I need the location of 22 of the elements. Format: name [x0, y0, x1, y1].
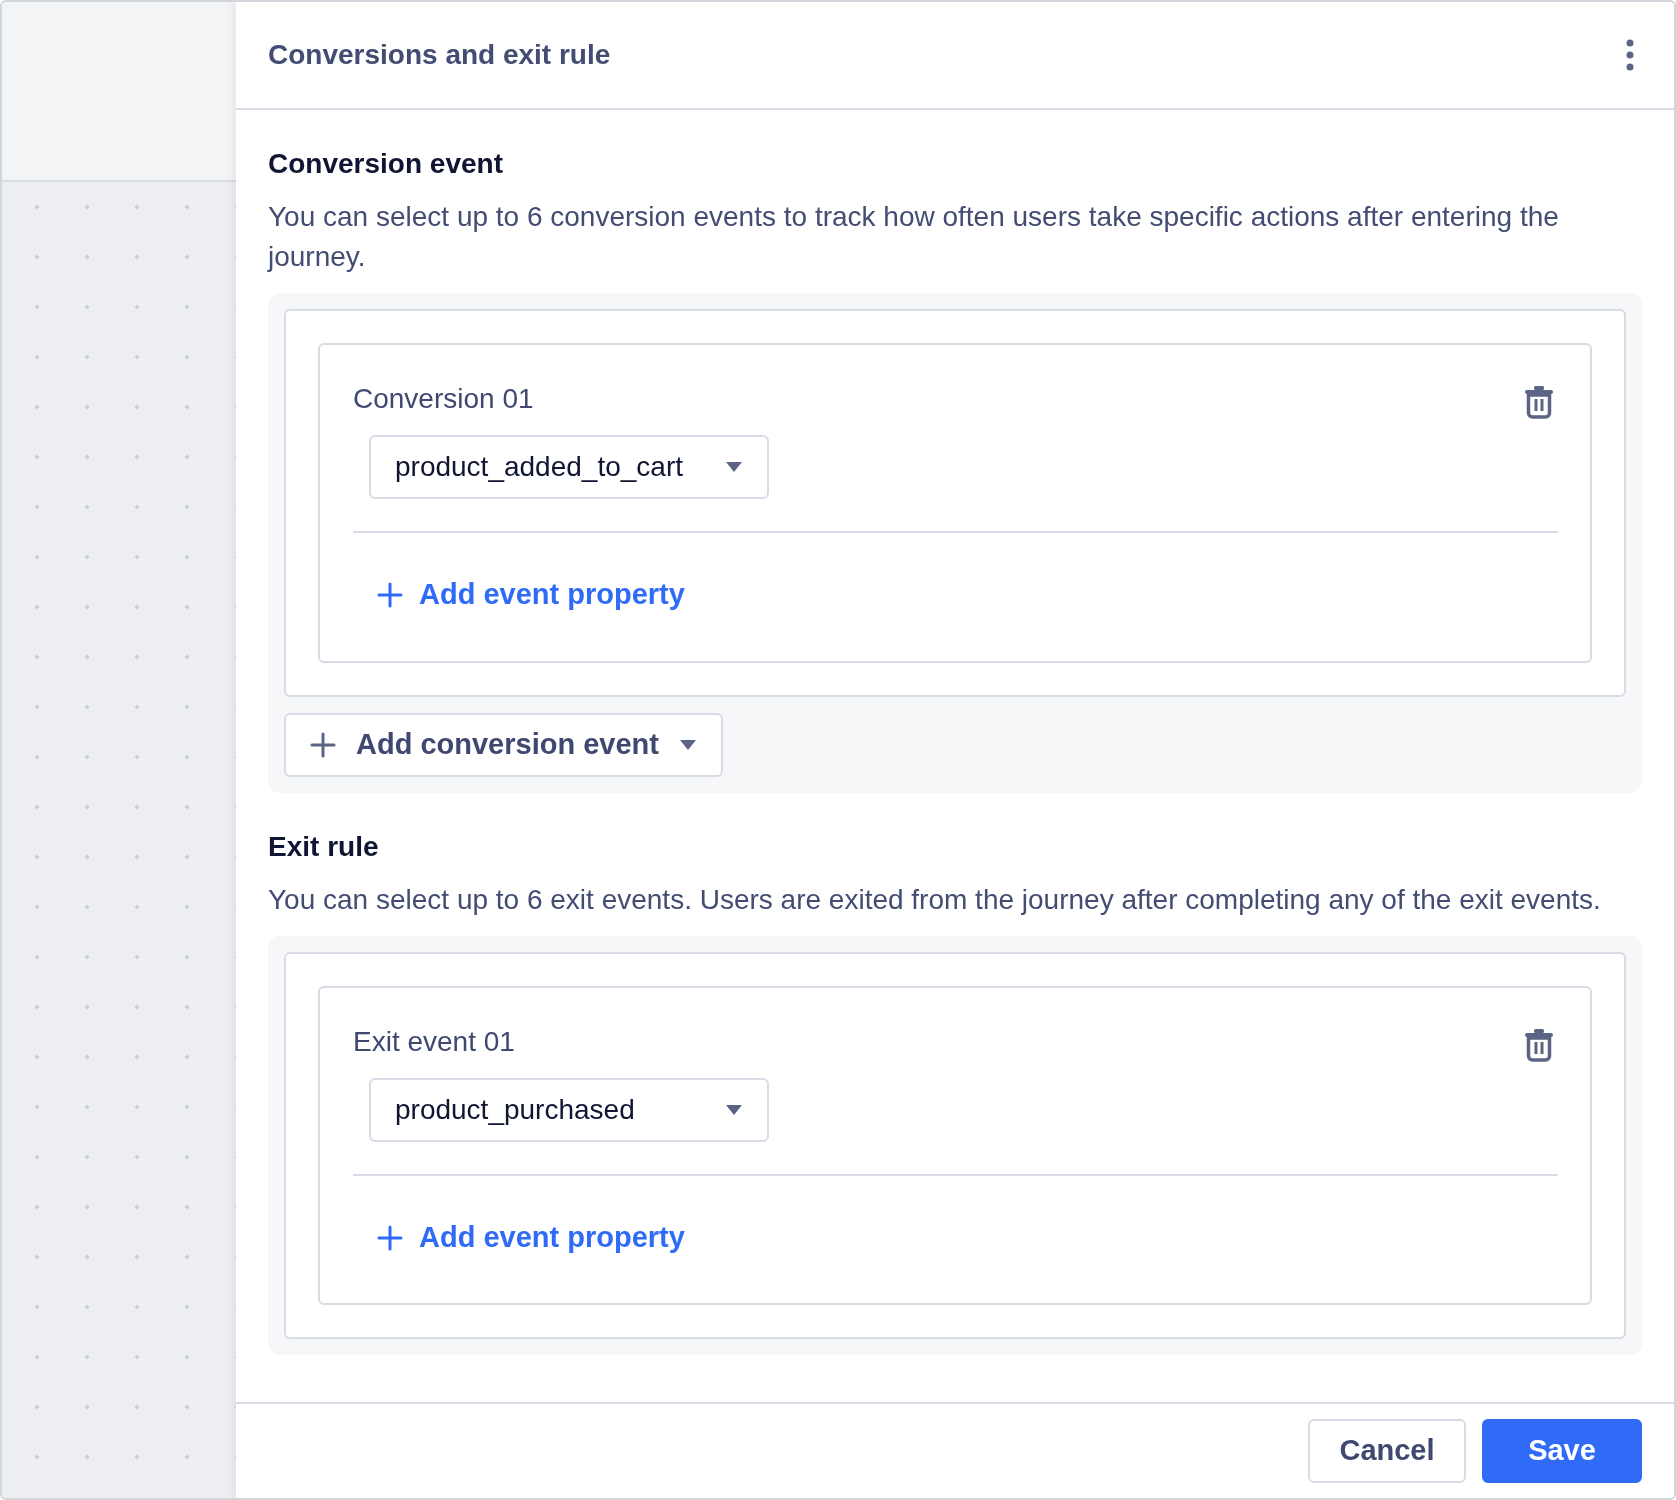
plus-icon — [377, 1224, 403, 1251]
event-label: Conversion 01 — [353, 382, 534, 417]
event-dropdown[interactable]: product_added_to_cart — [369, 435, 769, 500]
plus-icon — [310, 731, 336, 758]
section-description: You can select up to 6 conversion events to track how often users take specific actions after entering the journey. — [268, 200, 1560, 275]
caret-icon — [725, 461, 743, 474]
caret-icon — [678, 738, 697, 751]
plus-icon — [377, 581, 403, 608]
panel-title: Conversions and exit rule — [268, 38, 611, 72]
add-property-link[interactable]: Add event property — [377, 1215, 685, 1260]
cancel-button[interactable]: Cancel — [1308, 1419, 1466, 1483]
section-description: You can select up to 6 exit events. Users are exited from the journey after completing any of the exit events. — [268, 882, 1602, 917]
section-heading: Conversion event — [268, 147, 504, 181]
trash-icon — [1524, 1027, 1554, 1062]
add-property-link[interactable]: Add event property — [377, 573, 685, 617]
caret-icon — [725, 1103, 743, 1116]
add-event-button[interactable]: Add conversion event — [284, 712, 723, 777]
event-dropdown[interactable]: product_purchased — [369, 1077, 769, 1142]
trash-icon — [1524, 385, 1554, 420]
event-label: Exit event 01 — [353, 1024, 515, 1059]
section-heading: Exit rule — [268, 829, 380, 864]
save-button[interactable]: Save — [1482, 1419, 1642, 1483]
